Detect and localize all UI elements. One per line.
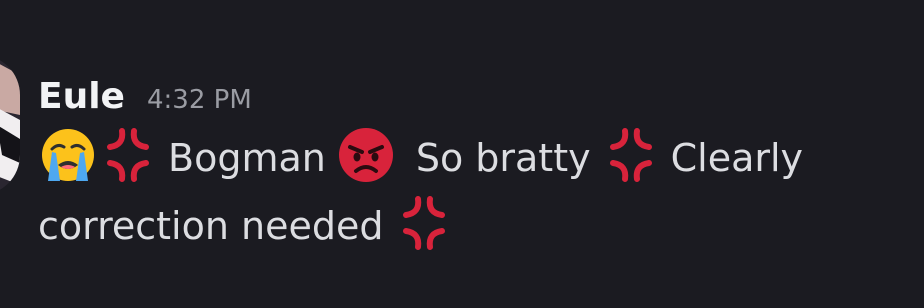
message-text-so-bratty: So bratty	[415, 136, 591, 180]
message-content: Bogman So bratty Clearly correction need…	[38, 124, 898, 260]
message-header: Eule 4:32 PM	[38, 72, 918, 122]
pouting-face-emoji	[336, 125, 396, 185]
chat-message: Eule 4:32 PM Bogman So bratty Clearly co…	[38, 72, 918, 260]
message-text-correction: correction needed	[38, 204, 384, 248]
message-text-bogman: Bogman	[168, 136, 326, 180]
timestamp: 4:32 PM	[146, 85, 252, 115]
anger-symbol-emoji	[601, 125, 661, 185]
anger-symbol-emoji	[394, 193, 454, 253]
anger-symbol-emoji	[98, 125, 158, 185]
username[interactable]: Eule	[38, 72, 125, 122]
message-text-clearly: Clearly	[670, 136, 804, 180]
loudly-crying-face-emoji	[38, 125, 98, 185]
avatar[interactable]	[0, 55, 20, 195]
